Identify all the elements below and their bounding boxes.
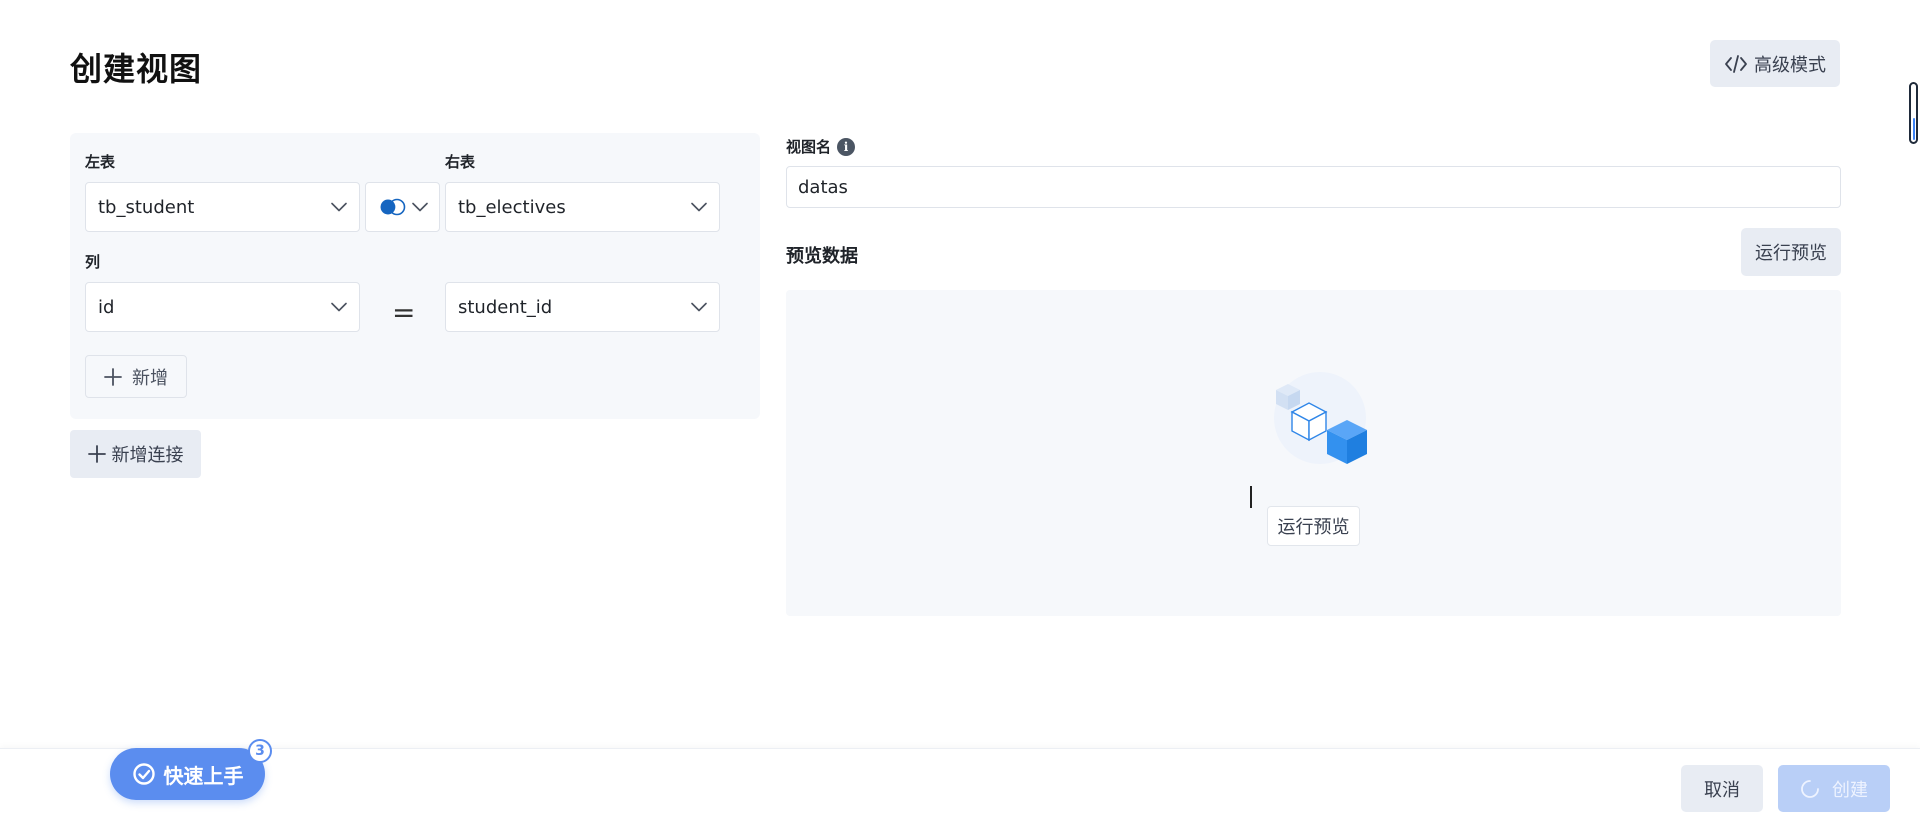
left-table-label: 左表 xyxy=(85,153,116,171)
loading-spinner-icon xyxy=(1801,779,1819,798)
inner-join-icon xyxy=(380,198,405,216)
plus-icon xyxy=(104,367,122,386)
view-name-input[interactable] xyxy=(786,166,1841,208)
create-label: 创建 xyxy=(1832,779,1868,801)
empty-run-preview-button[interactable]: 运行预览 xyxy=(1267,506,1360,546)
add-connection-button[interactable]: 新增连接 xyxy=(70,430,201,478)
join-operator: = xyxy=(392,296,416,329)
empty-data-cubes-icon xyxy=(1274,372,1367,464)
column-label: 列 xyxy=(85,253,101,271)
view-name-label: 视图名 i xyxy=(786,136,856,157)
scrollbar-thumb[interactable] xyxy=(1909,82,1918,144)
code-icon xyxy=(1725,54,1747,73)
left-column-select[interactable]: id xyxy=(85,282,360,332)
right-table-value: tb_electives xyxy=(458,196,566,218)
right-table-label: 右表 xyxy=(445,153,476,171)
add-condition-label: 新增 xyxy=(132,367,168,389)
info-icon[interactable]: i xyxy=(837,137,856,156)
join-type-select[interactable] xyxy=(365,182,440,232)
chevron-down-icon xyxy=(691,202,707,212)
left-table-select[interactable]: tb_student xyxy=(85,182,360,232)
cancel-button[interactable]: 取消 xyxy=(1681,765,1763,812)
right-table-select[interactable]: tb_electives xyxy=(445,182,720,232)
add-connection-label: 新增连接 xyxy=(111,445,184,466)
chevron-down-icon xyxy=(411,202,428,212)
run-preview-button[interactable]: 运行预览 xyxy=(1741,228,1841,276)
advanced-mode-label: 高级模式 xyxy=(1754,54,1826,76)
quick-start-button[interactable]: 快速上手 xyxy=(110,748,265,800)
advanced-mode-button[interactable]: 高级模式 xyxy=(1710,40,1840,87)
view-name-label-text: 视图名 xyxy=(786,138,832,156)
create-button[interactable]: 创建 xyxy=(1778,765,1890,812)
left-table-value: tb_student xyxy=(98,196,195,218)
quick-start-label: 快速上手 xyxy=(163,763,244,788)
left-column-value: id xyxy=(98,296,115,318)
check-circle-icon xyxy=(132,763,155,785)
page-title: 创建视图 xyxy=(70,50,203,88)
create-view-page: 创建视图 高级模式 左表 右表 tb_student tb_electives xyxy=(0,0,1920,817)
plus-icon xyxy=(87,445,106,463)
preview-data-label: 预览数据 xyxy=(786,246,858,267)
text-caret xyxy=(1250,486,1252,508)
footer-bar xyxy=(0,748,1920,817)
quick-start-badge: 3 xyxy=(248,739,272,763)
right-column-select[interactable]: student_id xyxy=(445,282,720,332)
chevron-down-icon xyxy=(331,202,347,212)
chevron-down-icon xyxy=(331,302,347,312)
right-column-value: student_id xyxy=(458,296,553,318)
add-condition-button[interactable]: 新增 xyxy=(85,355,187,398)
chevron-down-icon xyxy=(691,302,707,312)
